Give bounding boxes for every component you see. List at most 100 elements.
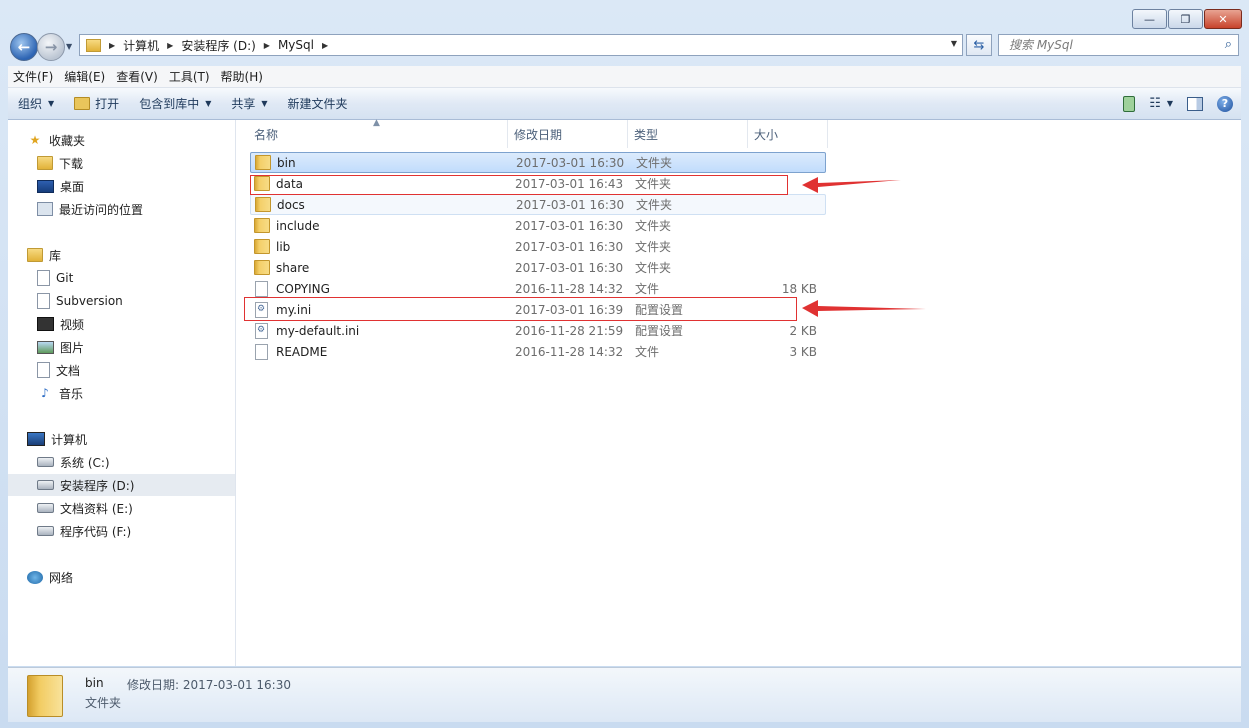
file-date: 2017-03-01 16:30: [516, 155, 625, 170]
search-box[interactable]: ⌕: [998, 34, 1239, 56]
file-name: README: [276, 344, 328, 359]
file-name: include: [276, 218, 320, 233]
back-arrow-icon: ←: [17, 38, 31, 56]
nav-drive-e[interactable]: 文档资料 (E:): [37, 497, 133, 519]
file-type: 配置设置: [635, 324, 684, 338]
forward-button[interactable]: →: [37, 33, 65, 61]
nav-computer[interactable]: 计算机: [27, 428, 87, 450]
menu-edit[interactable]: 编辑(E): [59, 68, 110, 85]
nav-label: 收藏夹: [49, 133, 86, 148]
breadcrumb-mysql[interactable]: MySql: [278, 38, 314, 52]
views-icon: ☷: [1149, 96, 1161, 111]
file-row[interactable]: include 2017-03-01 16:30 文件夹: [250, 215, 826, 236]
share-button[interactable]: 共享 ▼: [221, 88, 277, 119]
organize-button[interactable]: 组织 ▼: [8, 88, 64, 119]
maximize-button[interactable]: ❐: [1168, 9, 1203, 29]
breadcrumb-separator-icon[interactable]: ▶: [167, 41, 173, 50]
file-date: 2017-03-01 16:30: [516, 197, 625, 212]
annotation-box-myini: [244, 297, 797, 321]
nav-network[interactable]: 网络: [27, 566, 73, 588]
back-button[interactable]: ←: [10, 33, 38, 61]
nav-label: 文档: [56, 363, 81, 378]
breadcrumb-separator-icon[interactable]: ▶: [264, 41, 270, 50]
help-icon[interactable]: ?: [1217, 95, 1233, 112]
search-input[interactable]: [1007, 37, 1211, 53]
menu-file[interactable]: 文件(F): [8, 68, 58, 85]
breadcrumb-separator-icon[interactable]: ▶: [322, 41, 328, 50]
nav-desktop[interactable]: 桌面: [37, 175, 84, 197]
drive-icon: [37, 503, 54, 513]
red-arrow-icon: [802, 177, 901, 193]
folder-icon: [254, 260, 270, 275]
include-library-button[interactable]: 包含到库中 ▼: [129, 88, 221, 119]
nav-label: 图片: [60, 340, 85, 355]
nav-documents[interactable]: 文档: [37, 359, 80, 381]
menu-view[interactable]: 查看(V): [111, 68, 163, 85]
close-button[interactable]: ✕: [1204, 9, 1242, 29]
details-modified: 修改日期: 2017-03-01 16:30: [127, 678, 291, 692]
open-label: 打开: [95, 97, 120, 111]
file-name-cell: my-default.ini: [250, 322, 515, 339]
file-row[interactable]: lib 2017-03-01 16:30 文件夹: [250, 236, 826, 257]
file-date: 2016-11-28 14:32: [515, 344, 624, 359]
nav-favorites[interactable]: ★ 收藏夹: [27, 129, 85, 151]
nav-subversion[interactable]: Subversion: [37, 290, 123, 312]
column-type[interactable]: 类型: [628, 120, 748, 148]
nav-music[interactable]: ♪ 音乐: [37, 382, 83, 404]
nav-label: 库: [49, 248, 62, 263]
nav-label: 下载: [59, 156, 84, 171]
nav-git[interactable]: Git: [37, 267, 73, 289]
nav-drive-c[interactable]: 系统 (C:): [37, 451, 110, 473]
file-name: my-default.ini: [276, 323, 360, 338]
nav-drive-d[interactable]: 安装程序 (D:): [8, 474, 235, 496]
column-modified[interactable]: 修改日期: [508, 120, 628, 148]
search-icon[interactable]: ⌕: [1225, 37, 1232, 52]
recent-places-icon: [37, 202, 53, 216]
breadcrumb-separator-icon[interactable]: ▶: [109, 41, 115, 50]
toolbar-right: ☷ ▼ ?: [1123, 88, 1233, 119]
column-name[interactable]: 名称: [236, 120, 508, 148]
new-folder-button[interactable]: 新建文件夹: [278, 88, 358, 119]
history-dropdown-icon[interactable]: ▼: [66, 42, 72, 51]
computer-icon: [27, 432, 45, 446]
file-row[interactable]: COPYING 2016-11-28 14:32 文件 18 KB: [250, 278, 826, 299]
breadcrumb-computer[interactable]: 计算机: [123, 37, 159, 54]
file-icon: [255, 280, 268, 297]
preview-pane-icon[interactable]: [1187, 96, 1203, 111]
minimize-button[interactable]: —: [1132, 9, 1167, 29]
address-bar[interactable]: ▶ 计算机 ▶ 安装程序 (D:) ▶ MySql ▶ ▼: [79, 34, 963, 56]
column-size[interactable]: 大小: [748, 120, 828, 148]
nav-videos[interactable]: 视频: [37, 313, 84, 335]
nav-drive-f[interactable]: 程序代码 (F:): [37, 520, 131, 542]
refresh-button[interactable]: ⇆: [966, 34, 992, 56]
menu-tools[interactable]: 工具(T): [164, 68, 215, 85]
address-dropdown-icon[interactable]: ▼: [951, 39, 957, 48]
nav-libraries[interactable]: 库: [27, 244, 61, 266]
device-icon[interactable]: [1123, 95, 1136, 112]
open-folder-icon: [74, 97, 91, 110]
menu-help[interactable]: 帮助(H): [216, 68, 268, 85]
file-name-cell: docs: [251, 197, 516, 212]
nav-label: 音乐: [59, 386, 84, 401]
change-view-button[interactable]: ☷ ▼: [1149, 96, 1173, 111]
nav-downloads[interactable]: 下载: [37, 152, 83, 174]
downloads-folder-icon: [37, 156, 53, 170]
nav-recent[interactable]: 最近访问的位置: [37, 198, 143, 220]
file-name-cell: bin: [251, 155, 516, 170]
file-row[interactable]: docs 2017-03-01 16:30 文件夹: [250, 194, 826, 215]
file-row[interactable]: README 2016-11-28 14:32 文件 3 KB: [250, 341, 826, 362]
open-button[interactable]: 打开: [64, 88, 129, 119]
file-row[interactable]: my-default.ini 2016-11-28 21:59 配置设置 2 KB: [250, 320, 826, 341]
annotation-box-data: [250, 175, 788, 195]
nav-label: 最近访问的位置: [59, 202, 144, 217]
menu-bar: 文件(F) 编辑(E) 查看(V) 工具(T) 帮助(H): [8, 66, 1241, 88]
command-bar: 组织 ▼ 打开 包含到库中 ▼ 共享 ▼ 新建文件夹 ☷ ▼ ?: [8, 88, 1241, 120]
picture-icon: [37, 340, 54, 354]
file-row[interactable]: bin 2017-03-01 16:30 文件夹: [250, 152, 826, 173]
config-file-icon: [255, 322, 268, 339]
breadcrumb-drive-d[interactable]: 安装程序 (D:): [181, 37, 255, 54]
nav-pictures[interactable]: 图片: [37, 336, 84, 358]
nav-label: Git: [56, 271, 74, 285]
file-type: 文件夹: [635, 261, 672, 275]
file-row[interactable]: share 2017-03-01 16:30 文件夹: [250, 257, 826, 278]
